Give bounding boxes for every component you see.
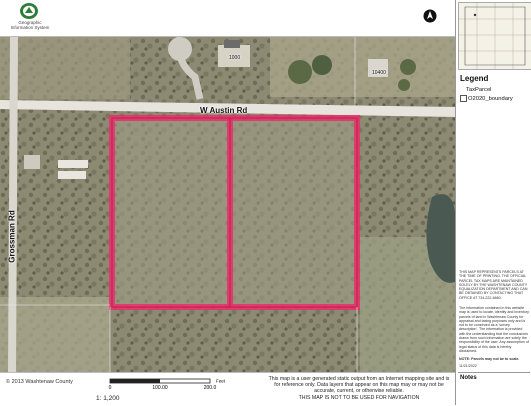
house-number: 1000 xyxy=(229,55,241,61)
overview-map-image xyxy=(459,3,531,69)
county-seal-icon xyxy=(20,3,38,19)
map-header: Geographic Information System xyxy=(0,0,455,37)
road-label-grossman: Grossman Rd xyxy=(7,210,17,263)
legend-swatch xyxy=(460,95,467,102)
house-number: 10400 xyxy=(372,70,386,76)
disclaimer: This map is a user generated static outp… xyxy=(265,376,453,401)
disclaimer-navigation: THIS MAP IS NOT TO BE USED FOR NAVIGATIO… xyxy=(298,394,420,401)
parcel-disclaimer: THIS MAP REPRESENTS PARCELS AT THE TIME … xyxy=(459,270,528,300)
legend-item: O2020_boundary xyxy=(460,95,513,102)
map-page: Geographic Information System W Austin R… xyxy=(0,0,531,406)
scale-bar: 0 100.00 200.0 Feet xyxy=(109,379,226,392)
scale-tick: 200.0 xyxy=(204,385,217,391)
map-sidebar: Legend TaxParcel O2020_boundary THIS MAP… xyxy=(455,0,531,405)
print-date: 11/21/2022 xyxy=(459,364,477,368)
county-gis-logo: Geographic Information System xyxy=(8,2,52,34)
notes-box: Notes xyxy=(458,372,530,404)
north-arrow-icon xyxy=(423,9,437,23)
road-label-w-austin: W Austin Rd xyxy=(200,106,248,115)
legend-label: O2020_boundary xyxy=(468,96,513,103)
legend-label: TaxParcel xyxy=(466,87,492,93)
disclaimer-main: This map is a user generated static outp… xyxy=(268,376,450,395)
scale-unit: Feet xyxy=(216,379,226,384)
info-disclaimer: The information contained in this websit… xyxy=(459,306,529,353)
aerial-imagery xyxy=(0,37,455,372)
legend-item: TaxParcel xyxy=(460,87,491,93)
grossman-road xyxy=(8,37,18,372)
scale-tick: 100.00 xyxy=(152,385,168,391)
aerial-map[interactable]: W Austin Rd Grossman Rd 1000 10400 xyxy=(0,37,455,372)
parcel-scale-note: NOTE: Parcels may not be to scale. xyxy=(459,357,520,361)
notes-label: Notes xyxy=(460,375,477,381)
copyright-text: © 2013 Washtenaw County xyxy=(6,379,73,385)
scale-tick: 0 xyxy=(109,385,112,391)
overview-map[interactable] xyxy=(458,2,531,70)
overview-location-marker xyxy=(473,13,477,17)
map-footer: © 2013 Washtenaw County 0 100.00 200.0 F… xyxy=(0,372,455,406)
logo-text: Geographic Information System xyxy=(10,20,50,30)
scale-ratio: 1: 1,200 xyxy=(96,395,120,402)
legend-title: Legend xyxy=(460,74,489,83)
